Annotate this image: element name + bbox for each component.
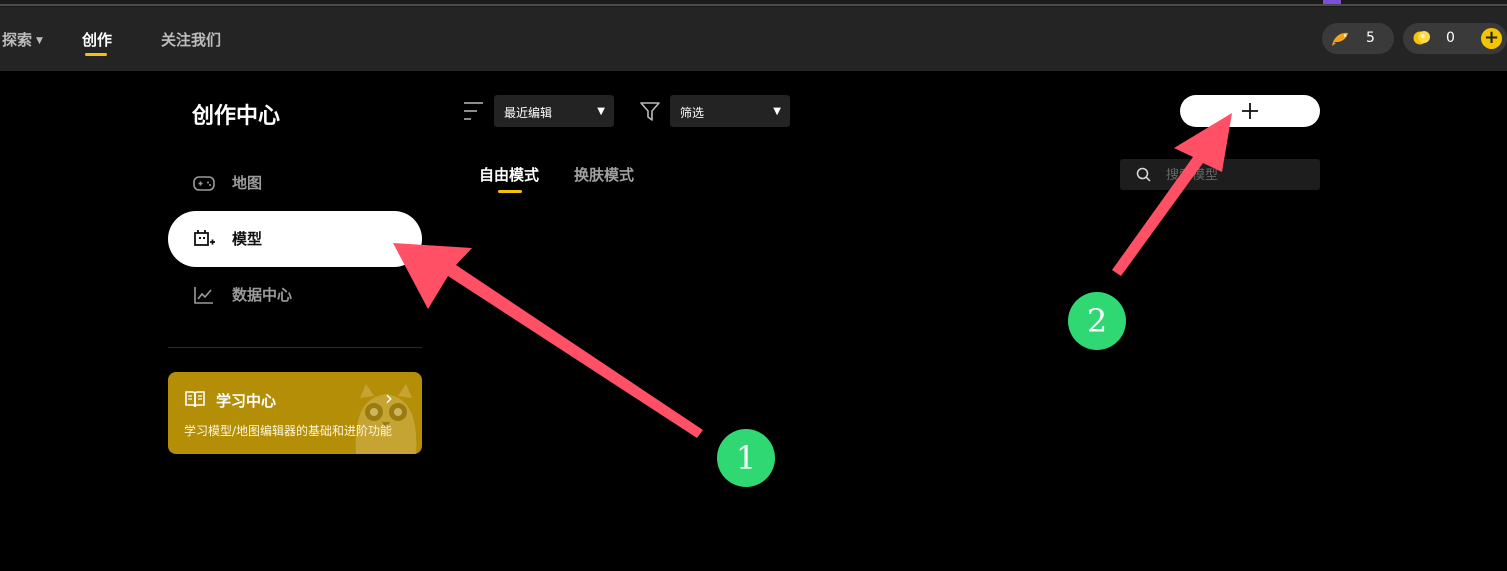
model-icon: [194, 230, 215, 246]
search-icon: [1136, 167, 1151, 182]
fish-icon: [1332, 32, 1348, 46]
coin-currency: 0 +: [1403, 23, 1507, 54]
sidebar-item-label: 地图: [232, 174, 263, 192]
sidebar-item-label: 数据中心: [232, 286, 293, 304]
sort-icon[interactable]: [463, 101, 485, 121]
nav-follow[interactable]: 关注我们: [161, 29, 221, 50]
learning-center-card[interactable]: 学习中心 › 学习模型/地图编辑器的基础和进阶功能: [168, 372, 422, 454]
arrow-2: [1112, 113, 1232, 276]
tab-skin-mode[interactable]: 换肤模式: [574, 164, 634, 185]
filter-icon[interactable]: [639, 100, 661, 122]
fish-currency: 5: [1322, 23, 1394, 54]
sidebar-item-label: 模型: [232, 230, 263, 248]
coin-count: 0: [1446, 30, 1455, 46]
tab-label: 自由模式: [479, 166, 540, 184]
caret-down-icon: ▼: [597, 106, 605, 117]
tab-label: 换肤模式: [574, 166, 635, 184]
caret-down-icon: ▼: [36, 36, 43, 46]
plus-icon: [1242, 103, 1258, 119]
sidebar-item-map[interactable]: 地图: [168, 155, 422, 211]
learning-center-title: 学习中心: [216, 392, 277, 410]
active-tab-underline: [498, 190, 522, 193]
learning-center-desc: 学习模型/地图编辑器的基础和进阶功能: [184, 424, 393, 438]
filter-dropdown-value: 筛选: [680, 106, 705, 120]
gamepad-icon: [193, 176, 215, 191]
chevron-right-icon: ›: [385, 386, 393, 410]
search-input[interactable]: [1164, 159, 1318, 192]
owl-illustration: [355, 384, 417, 454]
plus-circle-icon[interactable]: +: [1481, 28, 1502, 49]
page-title: 创作中心: [192, 104, 281, 129]
top-navbar: 探索 ▼ 创作 关注我们 5 0 +: [0, 7, 1507, 71]
active-nav-underline: [85, 53, 107, 56]
search-box: [1120, 159, 1320, 192]
sort-dropdown[interactable]: 最近编辑 ▼: [494, 95, 614, 127]
nav-follow-label: 关注我们: [161, 31, 222, 49]
sort-dropdown-value: 最近编辑: [504, 106, 553, 120]
create-new-button[interactable]: [1180, 95, 1320, 127]
sidebar-divider: [168, 347, 422, 348]
top-strip-accent: [1323, 0, 1341, 4]
arrow-1: [393, 243, 703, 438]
chart-icon: [194, 287, 213, 304]
step-badge-1: 1: [717, 429, 775, 487]
browser-top-strip: [0, 0, 1507, 7]
nav-create[interactable]: 创作: [82, 29, 113, 56]
coin-icon: [1413, 31, 1430, 45]
filter-dropdown[interactable]: 筛选 ▼: [670, 95, 790, 127]
top-strip-line: [0, 4, 1507, 6]
book-icon: [185, 391, 205, 408]
fish-count: 5: [1366, 30, 1375, 46]
nav-explore[interactable]: 探索 ▼: [2, 29, 43, 50]
tab-free-mode[interactable]: 自由模式: [479, 164, 540, 193]
sidebar-item-data-center[interactable]: 数据中心: [168, 267, 422, 323]
nav-create-label: 创作: [82, 31, 113, 49]
sidebar-item-model[interactable]: 模型: [168, 211, 422, 267]
caret-down-icon: ▼: [773, 106, 781, 117]
nav-explore-label: 探索: [2, 31, 33, 49]
step-badge-2: 2: [1068, 292, 1126, 350]
